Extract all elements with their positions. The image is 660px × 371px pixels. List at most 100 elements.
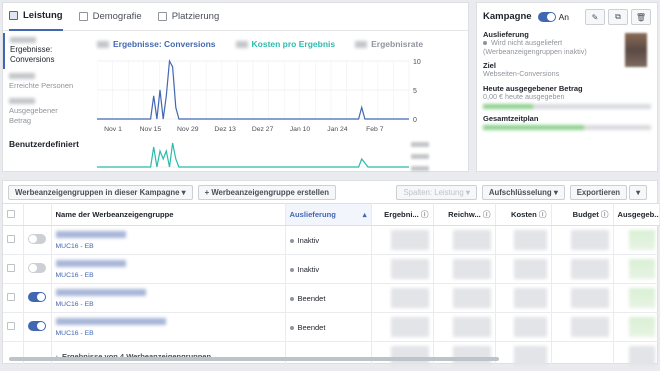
row-toggle-cell <box>23 283 52 313</box>
table-row[interactable]: MUC16 - EB Inaktiv <box>3 225 660 255</box>
row-results-cell <box>371 312 434 342</box>
legend-swatch-redacted <box>97 40 109 48</box>
delivery-status: Inaktiv <box>297 264 320 274</box>
row-checkbox[interactable] <box>7 235 15 243</box>
row-reach-cell <box>433 283 496 313</box>
metric-label: Erreichte Personen <box>9 81 74 90</box>
metric-custom[interactable]: Benutzerdefiniert <box>3 135 83 154</box>
header-label: Reichw... <box>448 210 481 219</box>
tab-platzierung[interactable]: Platzierung <box>157 3 219 31</box>
btn-label: Werbeanzeigengruppen in dieser Kampagne <box>15 187 180 197</box>
row-checkbox[interactable] <box>7 293 15 301</box>
adset-sub: MUC16 - EB <box>55 271 94 279</box>
legend-results[interactable]: Ergebnisse: Conversions <box>113 39 216 49</box>
header-delivery[interactable]: Auslieferung ▴ <box>285 203 372 226</box>
row-name-cell[interactable]: MUC16 - EB <box>51 312 286 342</box>
summary-value <box>433 341 496 371</box>
campaign-status: An <box>558 11 569 22</box>
status-dot <box>289 325 294 330</box>
y-tick-label: 0 <box>413 117 417 124</box>
tab-leistung[interactable]: Leistung <box>9 3 63 31</box>
table-row[interactable]: MUC16 - EB Beendet <box>3 312 660 342</box>
row-cost-cell <box>495 283 552 313</box>
row-select-cell[interactable] <box>3 254 24 284</box>
header-results[interactable]: Ergebni... ⓘ <box>371 203 434 226</box>
row-select-cell[interactable] <box>3 225 24 255</box>
export-menu-button[interactable]: ▾ <box>629 184 647 200</box>
metric-value-redacted <box>10 37 36 43</box>
goal-value: Webseiten-Conversions <box>483 69 560 79</box>
tab-bar: Leistung Demografie Platzierung <box>3 3 468 31</box>
schedule-label: Gesamtzeitplan <box>483 113 539 123</box>
info-icon: ⓘ <box>420 210 429 219</box>
create-adset-button[interactable]: + Werbeanzeigengruppe erstellen <box>197 184 337 200</box>
adset-name-redacted <box>55 230 126 238</box>
horizontal-scrollbar[interactable] <box>9 357 499 361</box>
summary-cell[interactable]: › Ergebnisse von 4 Werbeanzeigengruppen <box>51 341 286 371</box>
value-redacted <box>628 259 655 279</box>
export-button[interactable]: Exportieren <box>569 184 628 200</box>
summary-value <box>495 341 552 371</box>
value-redacted <box>391 346 429 366</box>
delivery-dot <box>483 41 487 46</box>
header-cost[interactable]: Kosten ⓘ <box>495 203 552 226</box>
row-budget-cell <box>551 254 614 284</box>
status-dot <box>289 296 294 301</box>
select-all-checkbox[interactable] <box>7 209 15 218</box>
header-toggle <box>23 203 52 226</box>
adset-name-redacted <box>55 259 126 267</box>
spent-section: Heute ausgegebener Betrag 0,00 € heute a… <box>477 82 657 112</box>
breakdown-dropdown[interactable]: Aufschlüsselung ▾ <box>481 184 565 200</box>
columns-dropdown[interactable]: Spalten: Leistung ▾ <box>396 184 477 200</box>
value-redacted <box>571 288 609 308</box>
row-checkbox[interactable] <box>7 264 15 272</box>
legend-rate[interactable]: Ergebnisrate <box>371 39 423 49</box>
row-delivery-cell: Beendet <box>285 312 372 342</box>
row-results-cell <box>371 225 434 255</box>
metric-spent[interactable]: Ausgegebener Betrag <box>3 94 83 129</box>
adset-sub: MUC16 - EB <box>55 300 94 308</box>
metric-results[interactable]: Ergebnisse: Conversions <box>3 33 83 69</box>
row-delivery-cell: Inaktiv <box>285 225 372 255</box>
x-tick-label: Jan 10 <box>290 126 311 133</box>
select-all-cell[interactable] <box>3 203 24 226</box>
row-checkbox[interactable] <box>7 322 15 330</box>
header-label: Budget <box>572 210 599 219</box>
row-select-cell[interactable] <box>3 283 24 313</box>
row-select-cell[interactable] <box>3 312 24 342</box>
duplicate-button[interactable]: ⧉ <box>608 9 628 25</box>
header-spent[interactable]: Ausgegeb... <box>613 203 660 226</box>
delete-button[interactable]: 🗑 <box>631 9 651 25</box>
adsets-panel: Werbeanzeigengruppen in dieser Kampagne … <box>2 180 660 371</box>
row-name-cell[interactable]: MUC16 - EB <box>51 283 286 313</box>
row-toggle-cell <box>23 312 52 342</box>
table-row[interactable]: MUC16 - EB Inaktiv <box>3 254 660 284</box>
campaign-toggle[interactable] <box>537 11 556 22</box>
legend-swatch-redacted <box>235 40 248 48</box>
metric-reach[interactable]: Erreichte Personen <box>3 69 83 94</box>
row-toggle[interactable] <box>27 234 46 244</box>
row-toggle[interactable] <box>27 321 46 331</box>
legend-cost[interactable]: Kosten pro Ergebnis <box>252 39 336 49</box>
row-toggle[interactable] <box>27 292 46 302</box>
row-name-cell[interactable]: MUC16 - EB <box>51 225 286 255</box>
row-name-cell[interactable]: MUC16 - EB <box>51 254 286 284</box>
adsets-filter-dropdown[interactable]: Werbeanzeigengruppen in dieser Kampagne … <box>8 184 193 200</box>
header-budget[interactable]: Budget ⓘ <box>551 203 614 226</box>
x-tick-label: Nov 15 <box>140 126 162 133</box>
edit-button[interactable]: ✎ <box>585 9 605 25</box>
row-toggle[interactable] <box>27 263 46 273</box>
tab-demografie[interactable]: Demografie <box>78 3 142 31</box>
placement-icon <box>157 12 167 21</box>
btn-label: Spalten: Leistung <box>403 187 464 197</box>
header-reach[interactable]: Reichw... ⓘ <box>433 203 496 226</box>
row-cost-cell <box>495 225 552 255</box>
row-budget-cell <box>551 312 614 342</box>
value-redacted <box>628 317 655 337</box>
pencil-icon: ✎ <box>591 12 599 22</box>
metric-nav: Ergebnisse: Conversions Erreichte Person… <box>3 33 83 154</box>
info-icon: ⓘ <box>482 210 491 219</box>
metric-value-redacted <box>9 98 35 105</box>
table-row[interactable]: MUC16 - EB Beendet <box>3 283 660 313</box>
header-name[interactable]: Name der Werbeanzeigengruppe <box>51 203 286 226</box>
